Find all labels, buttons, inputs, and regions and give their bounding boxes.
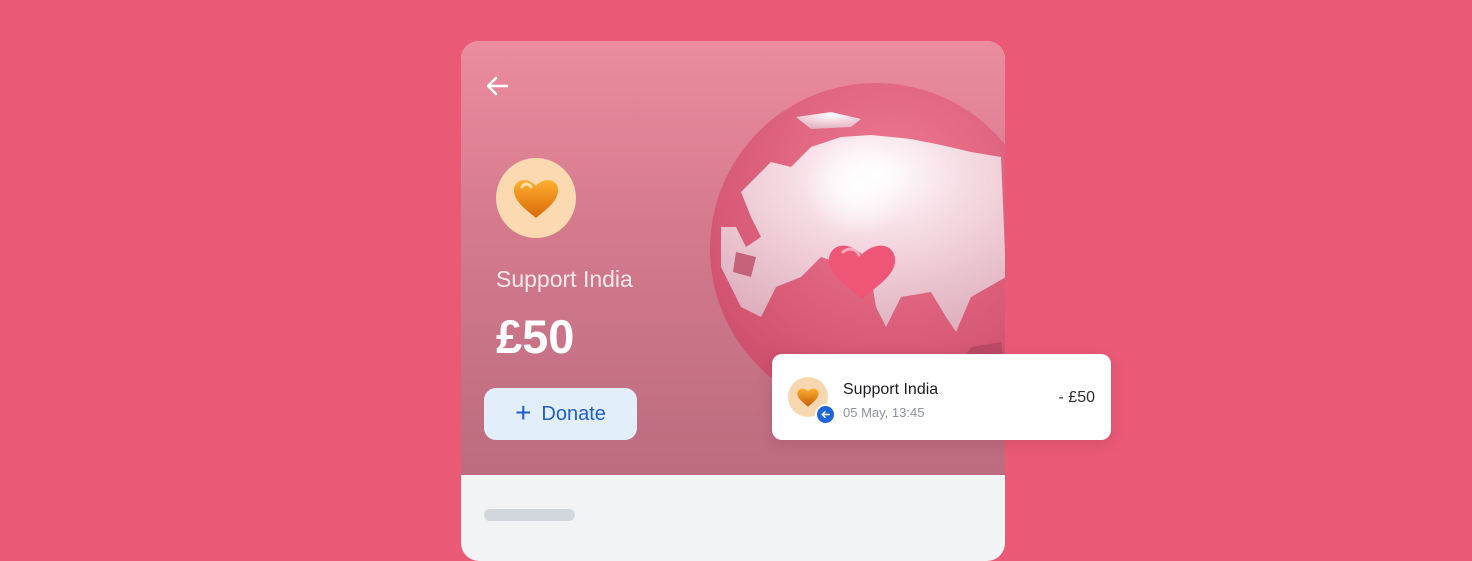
arrow-left-icon <box>821 411 830 418</box>
cause-title: Support India <box>496 266 633 292</box>
arrow-left-icon <box>486 76 509 96</box>
transaction-name: Support India <box>843 381 939 398</box>
transaction-notification[interactable]: Support India 05 May, 13:45 - £50 <box>772 354 1111 440</box>
donation-amount: £50 <box>496 310 575 363</box>
heart-icon <box>513 180 559 218</box>
transaction-date: 05 May, 13:45 <box>843 405 925 420</box>
transaction-amount: - £50 <box>1058 389 1095 406</box>
back-button[interactable] <box>483 71 513 101</box>
donate-button[interactable]: + Donate <box>484 388 637 440</box>
donate-label: Donate <box>541 402 606 425</box>
plus-icon: + <box>515 396 532 428</box>
globe-illustration <box>710 83 1005 377</box>
cause-avatar <box>496 158 576 238</box>
skeleton-placeholder <box>484 509 575 521</box>
heart-icon <box>797 388 819 407</box>
outgoing-badge <box>815 404 836 425</box>
donation-card: Support India £50 + Donate <box>461 41 1005 561</box>
